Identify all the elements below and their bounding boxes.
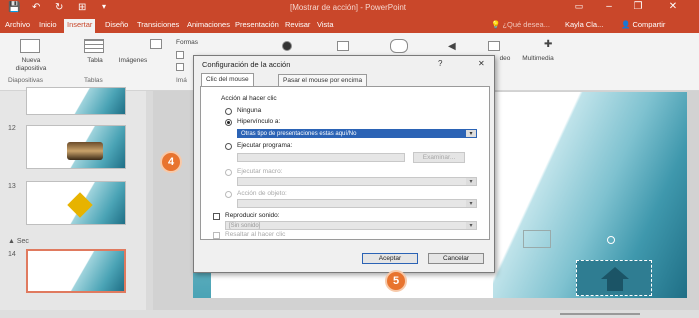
home-icon [601,267,629,279]
addins-icon[interactable] [282,41,292,51]
radio-run-macro[interactable] [225,169,232,176]
ribbon-display-icon[interactable]: ▭ [568,1,590,15]
slide-thumbnail[interactable] [26,181,126,225]
chart-icon[interactable] [176,63,184,71]
new-slide-icon[interactable] [20,39,40,53]
radio-run-program[interactable] [225,143,232,150]
minimize-button[interactable]: – [598,1,620,15]
video-label: deo [499,55,511,62]
audio-icon[interactable] [488,41,500,51]
browse-button[interactable]: Examinar... [413,152,465,163]
tab-mouse-click[interactable]: Clic del mouse [201,73,254,87]
hyperlink-label: Hipervínculo a: [237,118,281,125]
rotate-handle[interactable] [607,236,615,244]
tab-transiciones[interactable]: Transiciones [134,19,182,31]
screen-recording-icon[interactable]: ✚ [544,39,558,51]
window-title: [Mostrar de acción] - PowerPoint [289,3,407,12]
slide-number: 14 [8,251,16,258]
hyperlink-dropdown[interactable]: Otras tipo de presentaciones estas aquí/… [237,129,477,138]
undo-icon[interactable]: ↶ [32,2,40,13]
group-images-label: Imá [176,77,187,84]
chevron-down-icon: ▾ [466,178,476,185]
tab-mouse-over[interactable]: Pasar el mouse por encima [278,74,368,86]
chevron-down-icon: ▾ [466,200,476,207]
none-label: Ninguna [237,107,262,114]
tab-vista[interactable]: Vista [314,19,337,31]
sound-dropdown[interactable]: [Sin sonido] ▾ [225,221,477,230]
tab-archivo[interactable]: Archivo [2,19,33,31]
radio-object-action[interactable] [225,191,232,198]
share-button[interactable]: 👤 Compartir [618,19,668,31]
dialog-close-button[interactable]: ✕ [478,59,485,68]
tab-diseno[interactable]: Diseño [102,19,131,31]
slide-number: 13 [8,183,16,190]
save-icon[interactable]: 💾 [8,2,20,13]
ribbon-tabs: Archivo Inicio Insertar Diseño Transicio… [0,17,699,33]
chevron-down-icon: ▾ [466,130,476,137]
slide-thumbnail[interactable] [26,87,126,115]
comment-icon[interactable] [390,39,408,53]
screenshot-icon[interactable] [150,39,162,49]
step-5-callout: 5 [385,270,407,292]
object-action-dropdown[interactable]: ▾ [237,199,477,208]
placeholder-box[interactable] [523,230,551,248]
redo-icon[interactable]: ↻ [55,2,63,13]
play-sound-checkbox[interactable] [213,213,220,220]
action-settings-dialog: Configuración de la acción ? ✕ Clic del … [193,55,495,273]
play-sound-label: Reproducir sonido: [225,212,280,219]
table-button[interactable]: Tabla [80,57,110,65]
images-button[interactable]: Imágenes [116,57,150,65]
program-path-input[interactable] [237,153,405,162]
highlight-click-checkbox[interactable] [213,232,220,239]
dialog-title: Configuración de la acción [202,60,291,69]
run-program-label: Ejecutar programa: [237,142,293,149]
link-icon[interactable] [337,41,349,51]
highlight-click-label: Resaltar al hacer clic [225,231,286,238]
tab-presentacion[interactable]: Presentación [232,19,282,31]
table-icon[interactable] [84,39,104,53]
multimedia-label: Multimedia [522,55,554,62]
close-button[interactable]: ✕ [662,1,684,15]
tab-animaciones[interactable]: Animaciones [184,19,233,31]
step-4-callout: 4 [160,151,182,173]
books-image [67,142,103,160]
section-label[interactable]: ▲ Sec [8,238,29,245]
group-slides-label: Diapositivas [8,77,44,84]
home-icon-body [607,279,623,291]
video-icon[interactable]: ◀ [448,41,458,52]
macro-dropdown[interactable]: ▾ [237,177,477,186]
tab-inicio[interactable]: Inicio [36,19,60,31]
chevron-down-icon: ▾ [466,222,476,229]
action-group-label: Acción al hacer clic [221,95,277,102]
restore-button[interactable]: ❐ [627,1,649,15]
object-action-label: Acción de objeto: [237,190,287,197]
help-button[interactable]: ? [438,59,442,68]
slide-thumbnail[interactable] [26,125,126,169]
zoom-slider[interactable] [560,313,640,315]
user-name[interactable]: Kayla Cla... [562,19,606,31]
shapes-button[interactable]: Formas [176,39,216,47]
radio-none[interactable] [225,108,232,115]
new-slide-button[interactable]: Nueva diapositiva [6,57,56,73]
customize-icon[interactable]: ▾ [102,2,106,11]
present-icon[interactable]: ⊞ [78,2,86,13]
status-bar [0,310,699,318]
slide-thumbnails-panel: 12 13 ▲ Sec 14 [0,87,153,318]
run-macro-label: Ejecutar macro: [237,168,283,175]
slide-thumbnail-selected[interactable] [26,249,126,293]
thumbnails-scrollbar[interactable] [146,91,153,318]
group-tables-label: Tablas [84,77,103,84]
action-button-shape[interactable] [576,260,652,296]
smartart-icon[interactable] [176,51,184,59]
title-bar: 💾 ↶ ↻ ⊞ ▾ [Mostrar de acción] - PowerPoi… [0,0,699,17]
slide-number: 12 [8,125,16,132]
cancel-button[interactable]: Cancelar [428,253,484,264]
tell-me-search[interactable]: 💡 ¿Qué desea... [488,19,553,31]
mouse-click-panel: Acción al hacer clic Ninguna Hipervíncul… [200,86,490,240]
radio-hyperlink[interactable] [225,119,232,126]
tab-revisar[interactable]: Revisar [282,19,313,31]
tab-insertar[interactable]: Insertar [64,19,96,33]
accept-button[interactable]: Aceptar [362,253,418,264]
